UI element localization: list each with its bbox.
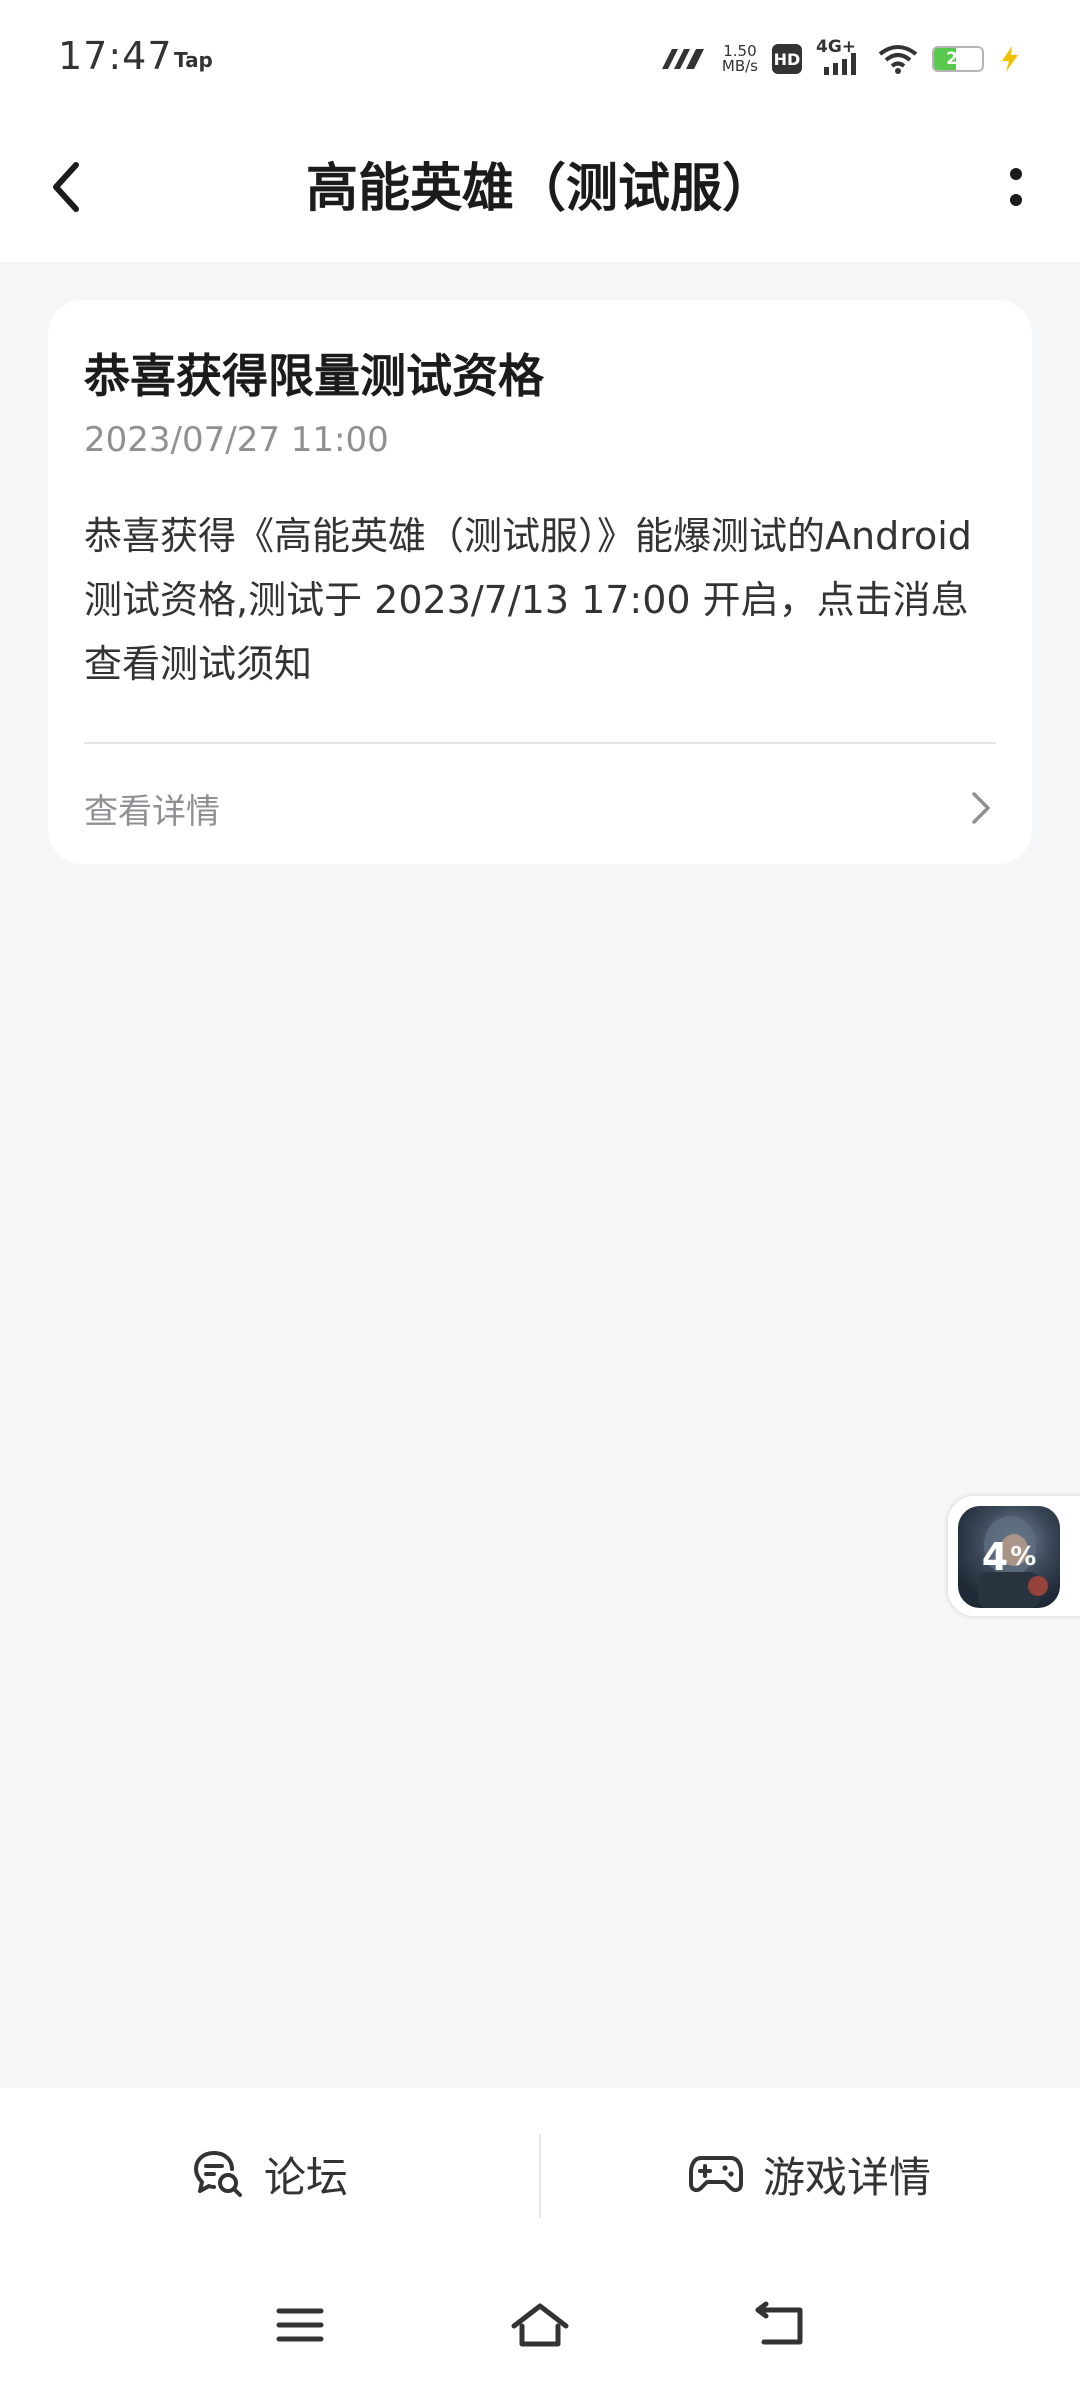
download-progress-widget[interactable]: 4%	[948, 1496, 1080, 1616]
menu-icon	[276, 2308, 324, 2342]
forum-button[interactable]: 论坛	[0, 2088, 540, 2260]
view-details-label: 查看详情	[84, 792, 220, 832]
download-progress: 4%	[958, 1506, 1060, 1608]
nav-menu-button[interactable]	[260, 2290, 340, 2360]
home-icon	[511, 2303, 569, 2347]
game-details-label: 游戏详情	[762, 2152, 931, 2202]
status-bar: 17:47 Tap 1.50 MB/s HD 4G+ 27	[0, 0, 1080, 112]
gamepad-icon	[688, 2156, 743, 2193]
net-speed-unit: MB/s	[721, 57, 758, 75]
signal-bars-icon	[824, 53, 856, 75]
wifi-icon	[878, 45, 918, 74]
forum-icon	[193, 2151, 242, 2197]
back-icon	[755, 2301, 803, 2345]
forum-label: 论坛	[263, 2152, 348, 2202]
net-speed: 1.50 MB/s	[722, 44, 758, 74]
progress-number: 4	[981, 1535, 1009, 1579]
signal-indicator: 4G+	[816, 37, 864, 77]
game-details-button[interactable]: 游戏详情	[540, 2088, 1080, 2260]
app-logo-icon	[661, 49, 704, 69]
more-vertical-icon	[1010, 168, 1022, 206]
message-date: 2023/07/27 11:00	[84, 420, 389, 460]
hd-badge: HD	[772, 44, 802, 74]
message-card[interactable]: 恭喜获得限量测试资格 2023/07/27 11:00 恭喜获得《高能英雄（测试…	[48, 300, 1032, 864]
nav-back-button[interactable]	[740, 2290, 820, 2360]
nav-home-button[interactable]	[500, 2290, 580, 2360]
status-icons: 1.50 MB/s HD 4G+ 27	[658, 36, 1022, 82]
view-details-row[interactable]: 查看详情	[48, 744, 1032, 864]
battery-level: 27	[946, 49, 970, 69]
message-body: 恭喜获得《高能英雄（测试服）》能爆测试的Android测试资格,测试于 2023…	[84, 514, 972, 686]
status-time: 17:47	[58, 34, 173, 78]
chevron-right-icon	[972, 792, 990, 824]
bottom-action-bar: 论坛 游戏详情	[0, 2088, 1080, 2260]
message-title: 恭喜获得限量测试资格	[84, 349, 544, 403]
progress-unit: %	[1010, 1542, 1037, 1572]
system-nav-bar	[0, 2260, 1080, 2388]
more-button[interactable]	[988, 152, 1044, 222]
header: 高能英雄（测试服）	[0, 112, 1080, 262]
page-title: 高能英雄（测试服）	[305, 159, 774, 219]
battery-icon: 27	[932, 46, 984, 72]
charging-icon	[1002, 46, 1018, 72]
status-app-tag: Tap	[174, 48, 213, 72]
